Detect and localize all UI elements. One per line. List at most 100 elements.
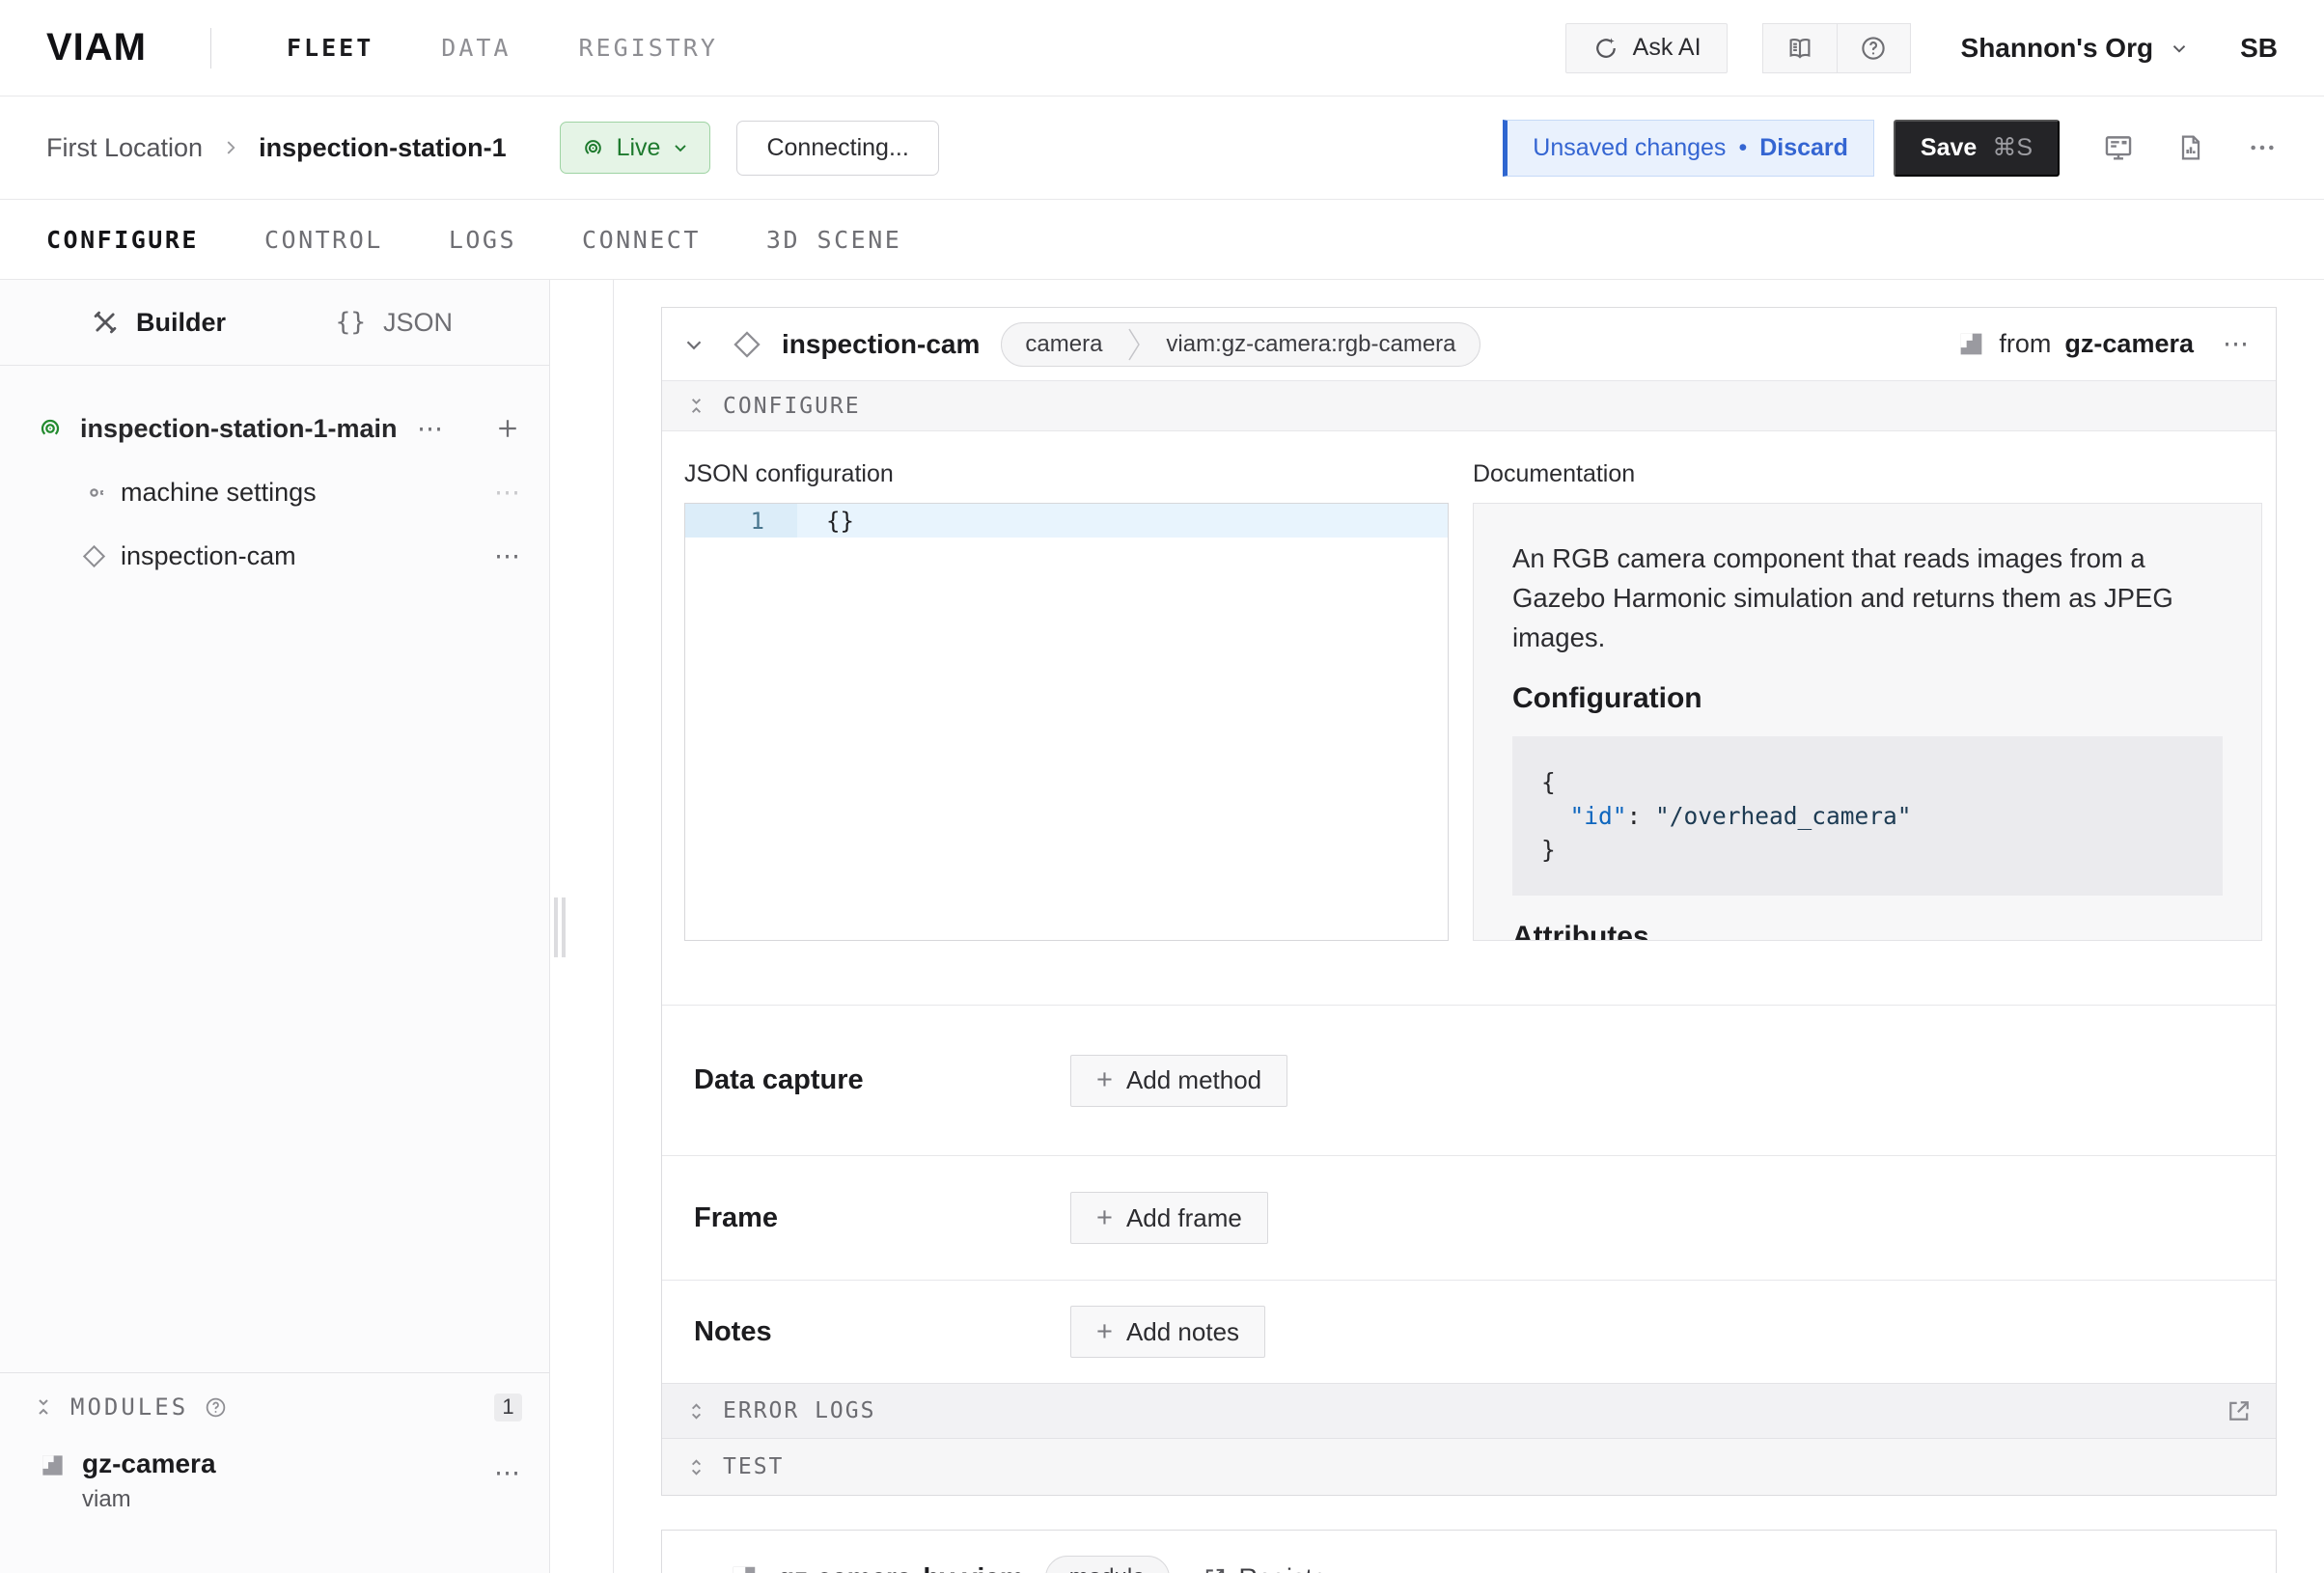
error-logs-bar[interactable]: ERROR LOGS [662,1383,2276,1438]
registry-link[interactable]: Registry [1203,1563,1335,1573]
chevron-down-icon [2169,38,2190,59]
unsaved-changes-banner: Unsaved changes • Discard [1503,120,1874,177]
ask-ai-button[interactable]: Ask AI [1565,23,1728,73]
tab-3d-scene[interactable]: 3D SCENE [766,226,901,254]
add-method-label: Add method [1126,1065,1261,1095]
item-menu-icon[interactable]: ⋯ [494,478,522,508]
user-avatar[interactable]: SB [2240,33,2278,64]
config-main: inspection-cam camera viam:gz-camera:rgb… [550,280,2324,1573]
documentation-column: Documentation An RGB camera component th… [1473,460,2262,1005]
nav-item-data[interactable]: DATA [441,34,511,62]
code-indent [1541,802,1570,830]
toggle-builder[interactable]: Builder [92,308,226,338]
live-signal-icon [580,135,606,161]
live-label: Live [617,134,661,162]
viam-logo[interactable]: VIAM [46,26,147,69]
part-menu-icon[interactable]: ⋯ [417,414,445,444]
module-name: gz-camera [82,1449,216,1479]
component-diamond-icon [81,543,107,569]
editor-line: 1 {} [685,504,1448,538]
json-config-column: JSON configuration 1 {} [684,460,1449,1005]
data-capture-label: Data capture [694,1064,1070,1096]
nav-item-fleet[interactable]: FLEET [287,34,374,62]
overflow-menu-icon[interactable] [2247,132,2278,163]
breadcrumb-location[interactable]: First Location [46,133,203,163]
nav-item-registry[interactable]: REGISTRY [578,34,717,62]
collapse-chevron-icon[interactable] [681,332,706,357]
configuration-heading: Configuration [1512,682,2223,715]
tab-control[interactable]: CONTROL [264,226,383,254]
component-name: inspection-cam [782,329,980,360]
top-nav: VIAM FLEET DATA REGISTRY Ask AI [0,0,2324,97]
panel-divider [613,280,614,1573]
item-menu-icon[interactable]: ⋯ [494,541,522,571]
component-card-header: inspection-cam camera viam:gz-camera:rgb… [662,308,2276,380]
card-menu-icon[interactable]: ⋯ [2223,329,2251,359]
braces-icon: {} [336,308,366,337]
component-type-model-pill: camera viam:gz-camera:rgb-camera [1001,322,1480,367]
add-frame-button[interactable]: + Add frame [1070,1192,1268,1244]
sidebar-resize-handle[interactable] [554,897,566,957]
breadcrumb-machine: inspection-station-1 [259,133,507,163]
builder-tools-icon [92,309,119,336]
add-frame-label: Add frame [1126,1203,1242,1233]
org-name: Shannon's Org [1961,33,2154,64]
json-config-editor[interactable]: 1 {} [684,503,1449,941]
help-circle-icon[interactable] [204,1395,228,1420]
module-menu-icon[interactable]: ⋯ [494,1458,522,1488]
viam-app: VIAM FLEET DATA REGISTRY Ask AI [0,0,2324,1573]
module-tag: module [1046,1564,1169,1573]
gear-icon [81,480,107,506]
documentation-panel: An RGB camera component that reads image… [1473,503,2262,941]
modules-title: MODULES [70,1394,188,1421]
discard-link[interactable]: Discard [1759,134,1848,162]
docs-book-button[interactable] [1763,24,1837,72]
tree-item-main-part[interactable]: inspection-station-1-main ⋯ [0,397,549,460]
collapse-chevron-icon[interactable] [681,1565,706,1573]
component-model: viam:gz-camera:rgb-camera [1143,331,1479,358]
help-circle-icon [1859,34,1888,63]
help-button[interactable] [1837,24,1910,72]
toggle-json[interactable]: {} JSON [336,308,453,338]
tree-item-label: inspection-station-1-main [80,414,398,444]
tree-item-label: inspection-cam [121,541,296,571]
module-tag-pill: module [1045,1556,1170,1573]
tree-item-machine-settings[interactable]: machine settings ⋯ [0,460,549,524]
fold-vertical-icon [685,395,707,417]
tab-connect[interactable]: CONNECT [582,226,701,254]
open-external-icon[interactable] [2226,1397,2253,1424]
help-icon-group [1762,23,1911,73]
line-number: 1 [685,504,797,538]
machine-part-tree: inspection-station-1-main ⋯ machine sett… [0,366,549,588]
add-method-button[interactable]: + Add method [1070,1055,1287,1107]
tab-logs[interactable]: LOGS [449,226,516,254]
module-list-item[interactable]: gz-camera viam ⋯ [0,1429,549,1513]
tree-item-inspection-cam[interactable]: inspection-cam ⋯ [0,524,549,588]
module-card-header: gz-camera by viam module Registry [662,1531,2276,1573]
code-close-brace: } [1541,836,1556,864]
configure-section-bar[interactable]: CONFIGURE [662,380,2276,431]
remote-control-monitor-icon[interactable] [2102,131,2135,164]
documentation-code-block: { "id": "/overhead_camera"} [1512,736,2223,896]
logs-file-icon[interactable] [2175,132,2206,163]
connecting-button[interactable]: Connecting... [736,121,938,176]
test-bar[interactable]: TEST [662,1438,2276,1495]
add-notes-button[interactable]: + Add notes [1070,1306,1265,1358]
dot-separator: • [1738,134,1747,162]
save-shortcut: ⌘S [1992,133,2033,162]
topnav-right: Ask AI [1565,23,2278,73]
add-component-icon[interactable] [493,414,522,443]
unfold-vertical-icon [685,1400,707,1422]
live-status-dropdown[interactable]: Live [560,122,711,174]
modules-panel: MODULES 1 gz-camera viam [0,1372,549,1573]
tab-configure[interactable]: CONFIGURE [46,226,199,254]
fold-vertical-icon[interactable] [32,1395,55,1419]
save-button[interactable]: Save ⌘S [1894,120,2060,177]
org-switcher[interactable]: Shannon's Org [1961,33,2191,64]
save-label: Save [1921,134,1977,162]
unfold-vertical-icon [685,1456,707,1478]
unsaved-changes-label: Unsaved changes [1533,134,1726,162]
machine-toolbar-icons [2102,131,2278,164]
from-module-name[interactable]: gz-camera [2064,329,2194,359]
builder-json-toggle: Builder {} JSON [0,280,549,366]
